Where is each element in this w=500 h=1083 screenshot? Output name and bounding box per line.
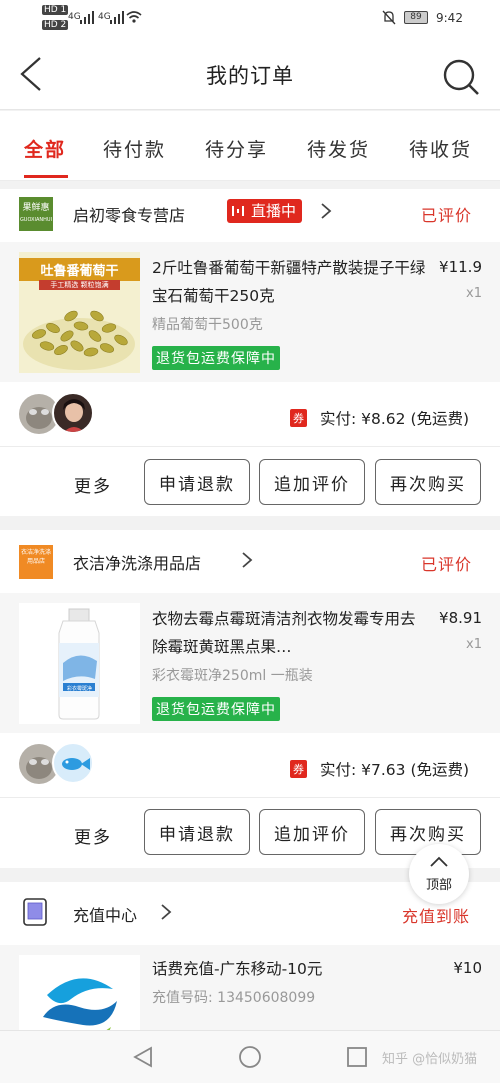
return-shipping-badge: 退货包运费保障中 — [152, 346, 280, 370]
product-qty: x1 — [466, 637, 482, 652]
bottle-image — [58, 608, 100, 720]
shop-logo[interactable]: 果鲜惠 GUOXIANHUI — [19, 197, 53, 231]
hd1-badge: HD 1 — [42, 5, 69, 15]
coupon-badge: 券 — [290, 409, 307, 427]
product-row[interactable]: 话费充值-广东移动-10元 充值号码: 13450608099 ¥10 — [0, 945, 500, 1076]
product-thumbnail[interactable]: 彩衣霉斑净 — [19, 603, 140, 724]
header: 我的订单 — [0, 38, 500, 110]
tablet-icon — [23, 898, 47, 926]
order-status: 充值到账 — [402, 907, 471, 926]
signal-icon — [80, 11, 94, 24]
order-status: 已评价 — [421, 206, 473, 225]
product-spec: 彩衣霉斑净250ml 一瓶装 — [152, 668, 313, 684]
active-tab-indicator — [24, 175, 68, 178]
product-price: ¥10 — [453, 959, 482, 977]
chevron-right-icon — [321, 203, 332, 219]
order-card: 衣洁净洗涤用品店 衣洁净洗涤用品店 已评价 彩衣霉斑净 衣物去霉点霉斑清洁剂衣物… — [0, 530, 500, 868]
buy-again-button[interactable]: 再次购买 — [375, 459, 481, 505]
fish-avatar-image — [62, 758, 90, 770]
chevron-up-icon — [430, 856, 448, 867]
network-4g-1: 4G — [68, 12, 81, 22]
live-badge-label: 直播中 — [251, 202, 297, 220]
chevron-right-icon — [161, 904, 172, 920]
order-status: 已评价 — [421, 555, 473, 574]
signal-icon — [110, 11, 124, 24]
page-title: 我的订单 — [206, 64, 294, 88]
tab-pending-share[interactable]: 待分享 — [205, 135, 268, 162]
product-price: ¥11.9 — [439, 258, 482, 276]
status-bar: HD 1 HD 2 4G 4G 89 9:42 — [0, 0, 500, 38]
person-avatar-image — [63, 399, 85, 432]
system-nav-bar: 知乎 @恰似奶猫 — [0, 1030, 500, 1083]
raisins-image — [23, 310, 135, 370]
nav-recents-icon[interactable] — [346, 1046, 368, 1068]
product-spec: 精品葡萄干500克 — [152, 317, 263, 333]
recharge-number: 充值号码: 13450608099 — [152, 990, 316, 1006]
hd2-badge: HD 2 — [42, 20, 69, 30]
shop-logo[interactable]: 衣洁净洗涤用品店 — [19, 545, 53, 579]
search-icon[interactable] — [442, 58, 480, 96]
order-tabs: 全部 待付款 待分享 待发货 待收货 — [0, 111, 500, 181]
avatar[interactable] — [52, 392, 94, 434]
more-link[interactable]: 更多 — [74, 823, 112, 848]
shop-logo-text: 果鲜惠 — [22, 203, 50, 213]
order-card: 果鲜惠 GUOXIANHUI 启初零食专营店 直播中 已评价 吐鲁番葡萄干 手工… — [0, 189, 500, 516]
product-title: 话费充值-广东移动-10元 — [152, 960, 323, 978]
product-row[interactable]: 彩衣霉斑净 衣物去霉点霉斑清洁剂衣物发霉专用去除霉斑黄斑黑点果… 彩衣霉斑净25… — [0, 593, 500, 733]
live-icon — [232, 206, 244, 216]
live-badge[interactable]: 直播中 — [227, 199, 303, 223]
nav-home-icon[interactable] — [238, 1045, 262, 1069]
paid-amount: 实付: ¥8.62 (免运费) — [320, 410, 470, 428]
thumb-title: 吐鲁番葡萄干 — [19, 258, 140, 281]
shop-logo-sub: GUOXIANHUI — [19, 217, 53, 223]
refund-button[interactable]: 申请退款 — [144, 459, 250, 505]
add-review-button[interactable]: 追加评价 — [259, 809, 365, 855]
product-row[interactable]: 吐鲁番葡萄干 手工精选 颗粒饱满 2斤吐鲁番葡萄干新疆特产散装提子干绿宝石葡萄干… — [0, 242, 500, 382]
watermark: 知乎 @恰似奶猫 — [382, 1052, 478, 1067]
product-title: 衣物去霉点霉斑清洁剂衣物发霉专用去除霉斑黄斑黑点果… — [152, 610, 416, 656]
nav-back-icon[interactable] — [132, 1046, 154, 1068]
return-shipping-badge: 退货包运费保障中 — [152, 697, 280, 721]
tab-all[interactable]: 全部 — [24, 135, 66, 162]
divider — [0, 446, 500, 447]
product-qty: x1 — [466, 286, 482, 301]
tab-pending-payment[interactable]: 待付款 — [103, 135, 166, 162]
coupon-badge: 券 — [290, 760, 307, 778]
back-to-top-button[interactable]: 顶部 — [409, 844, 469, 904]
add-review-button[interactable]: 追加评价 — [259, 459, 365, 505]
back-to-top-label: 顶部 — [425, 878, 452, 893]
product-title: 2斤吐鲁番葡萄干新疆特产散装提子干绿宝石葡萄干250克 — [152, 259, 426, 305]
network-4g-2: 4G — [98, 12, 111, 22]
battery-level: 89 — [410, 12, 422, 22]
wifi-icon — [126, 11, 142, 23]
divider — [0, 797, 500, 798]
thumb-sub: 手工精选 颗粒饱满 — [39, 280, 120, 290]
shop-name[interactable]: 衣洁净洗涤用品店 — [73, 550, 201, 574]
avatar[interactable] — [52, 742, 94, 784]
clock: 9:42 — [436, 11, 463, 25]
mute-bell-icon — [382, 10, 396, 25]
shop-name[interactable]: 启初零食专营店 — [73, 202, 185, 226]
paid-amount: 实付: ¥7.63 (免运费) — [320, 761, 470, 779]
product-thumbnail[interactable]: 吐鲁番葡萄干 手工精选 颗粒饱满 — [19, 252, 140, 373]
battery-icon: 89 — [404, 11, 428, 24]
tab-pending-shipment[interactable]: 待发货 — [307, 135, 370, 162]
more-link[interactable]: 更多 — [74, 472, 112, 497]
product-price: ¥8.91 — [439, 609, 482, 627]
chevron-right-icon — [242, 552, 253, 568]
refund-button[interactable]: 申请退款 — [144, 809, 250, 855]
thumb-title: 彩衣霉斑净 — [66, 686, 92, 692]
shop-name[interactable]: 充值中心 — [73, 902, 137, 926]
tab-pending-receipt[interactable]: 待收货 — [409, 135, 472, 162]
order-card: 充值中心 充值到账 话费充值-广东移动-10元 充值号码: 1345060809… — [0, 882, 500, 1076]
